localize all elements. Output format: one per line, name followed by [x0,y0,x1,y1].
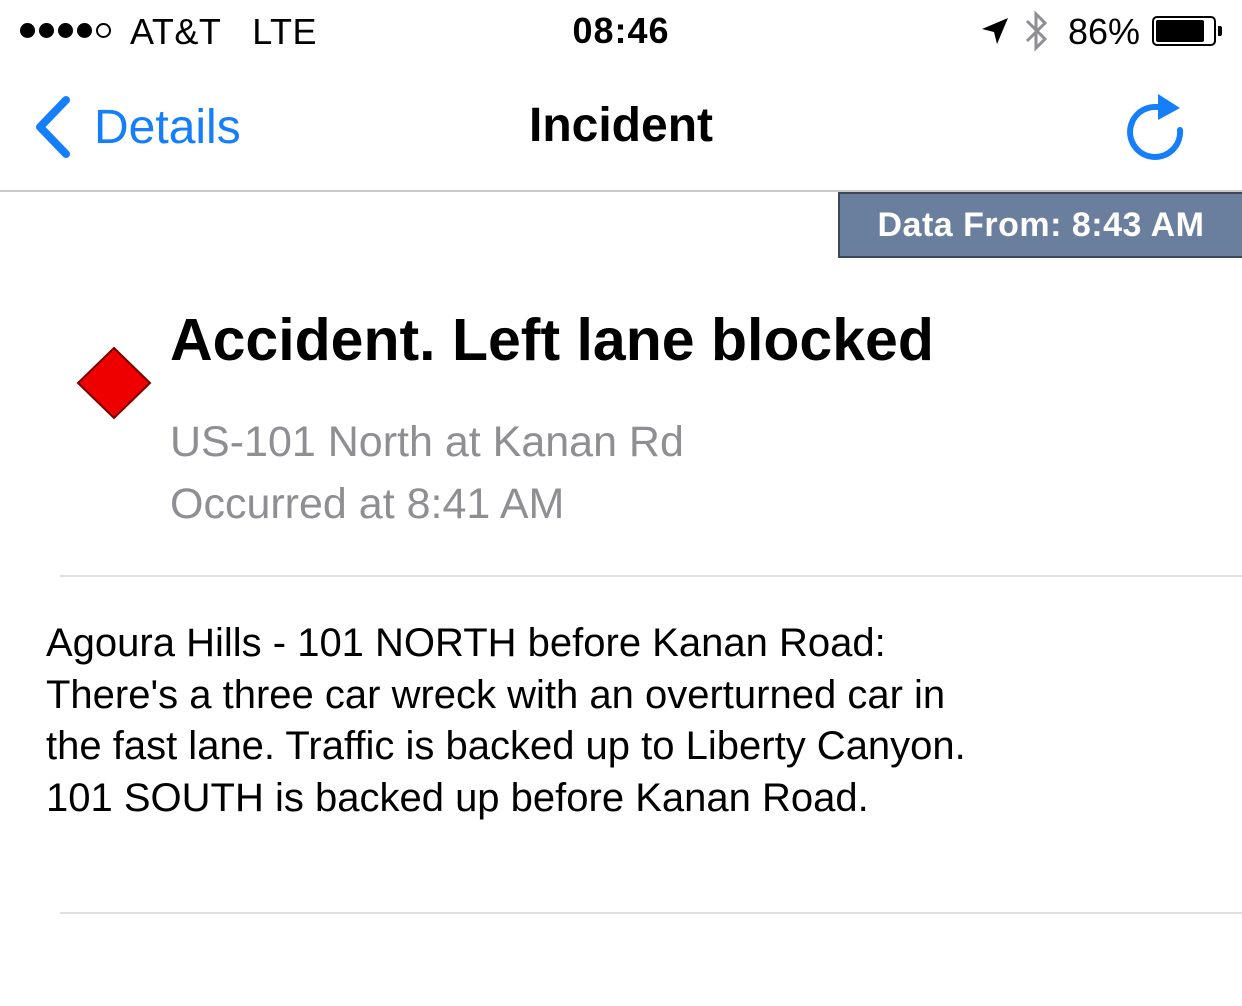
divider [60,912,1242,914]
bluetooth-icon [1025,10,1048,52]
page-title: Incident [528,99,713,152]
refresh-icon[interactable] [1122,90,1188,160]
location-arrow-icon [982,18,1008,44]
divider [60,575,1242,577]
battery-icon [1152,16,1216,46]
battery-cap [1218,26,1222,36]
data-from-badge: Data From: 8:43 AM [838,192,1242,258]
status-time: 08:46 [572,10,670,51]
battery-fill [1156,20,1205,42]
incident-location: US-101 North at Kanan Rd [170,418,684,466]
incident-occurred-time: Occurred at 8:41 AM [170,480,565,528]
battery-percentage: 86% [1068,11,1141,52]
status-bar: AT&T LTE 08:46 86% [0,0,1242,64]
incident-description: Agoura Hills - 101 NORTH before Kanan Ro… [46,621,966,820]
incident-title: Accident. Left lane blocked [170,307,934,373]
red-diamond-icon [76,346,152,420]
navigation-bar: Details Incident [0,64,1242,192]
